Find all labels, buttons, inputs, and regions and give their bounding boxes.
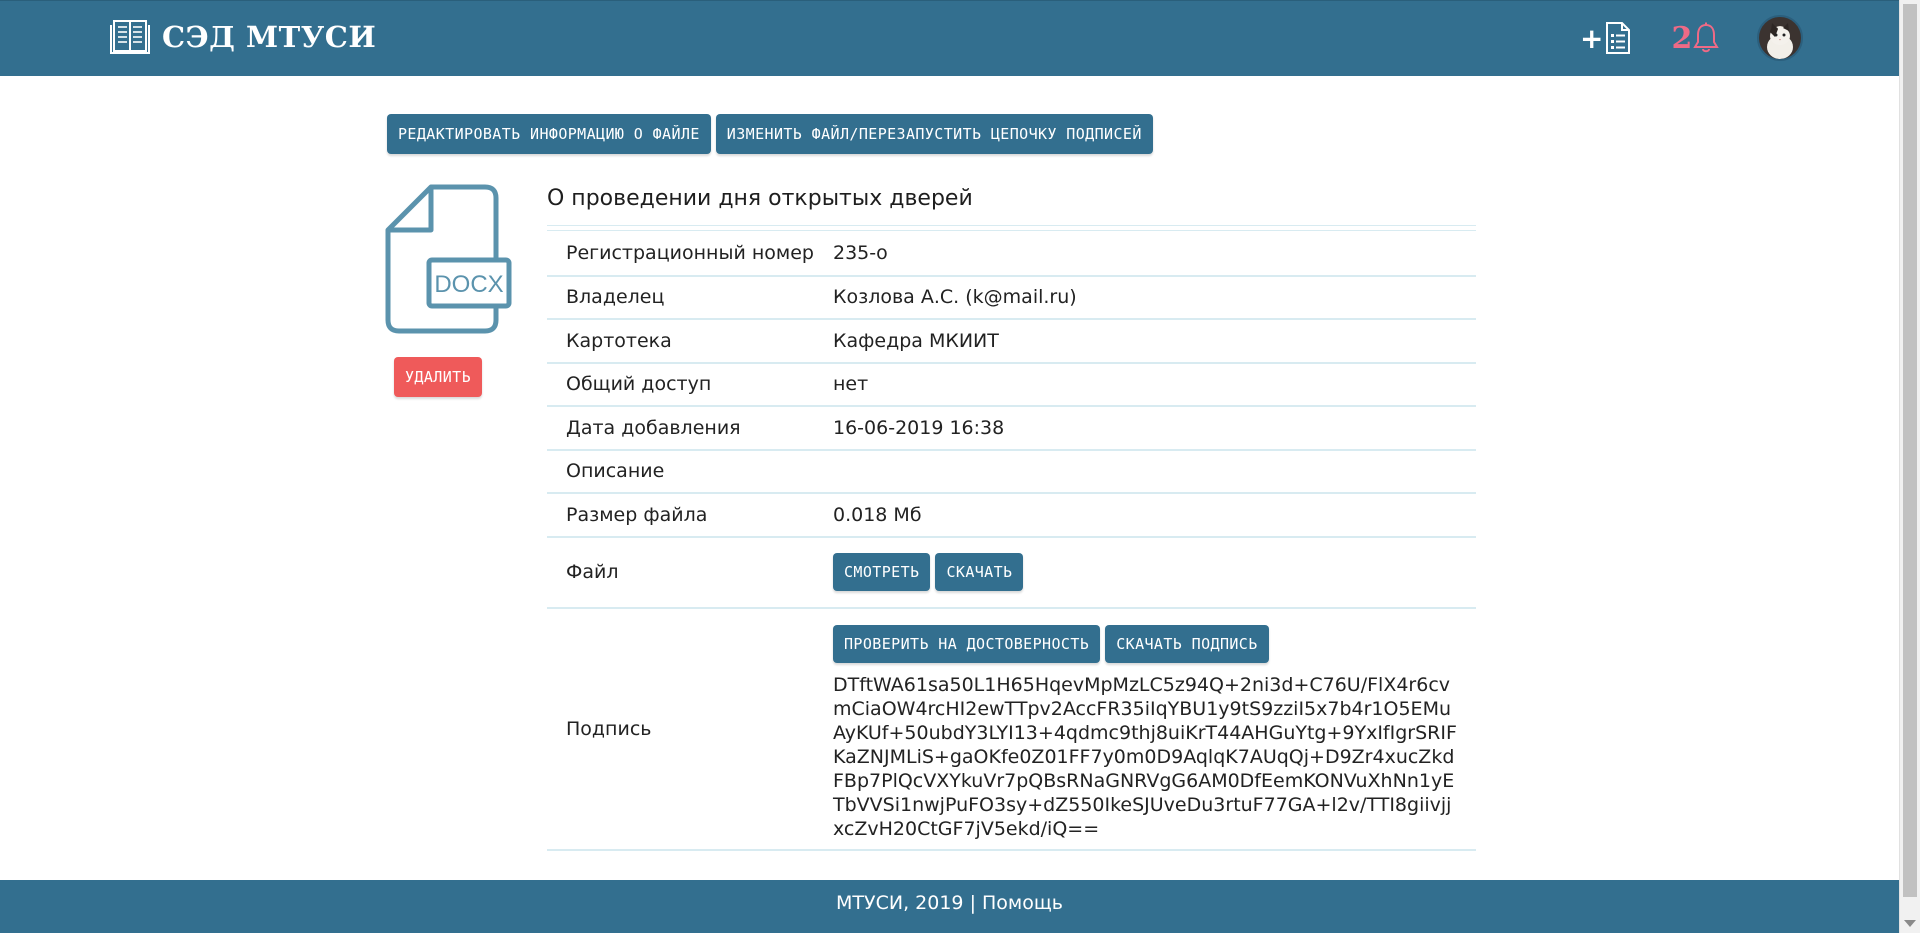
footer-help-link[interactable]: Помощь	[982, 892, 1063, 914]
download-file-button[interactable]: Скачать	[935, 553, 1024, 591]
row-label: Общий доступ	[547, 362, 814, 407]
brand-title: СЭД МТУСИ	[162, 20, 377, 54]
footer-separator: |	[969, 892, 976, 914]
verify-signature-button[interactable]: Проверить на достоверность	[833, 624, 1101, 663]
signature-text: DTftWA61sa50L1H65HqevMpMzLC5z94Q+2ni3d+C…	[833, 673, 1457, 840]
file-details-table: Регистрационный номер 235-о Владелец Коз…	[547, 232, 1476, 851]
navbar-actions: + 2	[1580, 15, 1804, 61]
scrollbar-thumb[interactable]	[1903, 4, 1917, 897]
table-row: Картотека Кафедра МКИИТ	[547, 319, 1476, 364]
row-label: Регистрационный номер	[547, 232, 814, 277]
document-title: О проведении дня открытых дверей	[547, 186, 973, 211]
bell-icon	[1693, 22, 1720, 53]
row-label: Размер файла	[547, 493, 814, 538]
plus-icon: +	[1580, 21, 1604, 55]
row-label: Описание	[547, 449, 814, 494]
footer-copyright: МТУСИ, 2019	[836, 892, 964, 914]
row-label: Файл	[547, 536, 814, 609]
shared-access-value: нет	[814, 362, 1476, 407]
table-row: Размер файла 0.018 Мб	[547, 493, 1476, 538]
add-document-button[interactable]: +	[1580, 21, 1631, 55]
document-list-icon	[1606, 22, 1631, 54]
file-size-value: 0.018 Мб	[814, 493, 1476, 538]
date-added-value: 16-06-2019 16:38	[814, 406, 1476, 451]
delete-file-button[interactable]: удалить	[394, 357, 483, 397]
vertical-scrollbar[interactable]	[1899, 0, 1920, 933]
footer: МТУСИ, 2019 | Помощь	[0, 880, 1899, 933]
divider	[547, 230, 1476, 231]
table-row: Подпись Проверить на достоверность Скача…	[547, 607, 1476, 851]
file-actions: Редактировать информацию о файле Изменит…	[387, 114, 1153, 154]
owner-value: Козлова А.С. (k@mail.ru)	[814, 275, 1476, 320]
table-row: Дата добавления 16-06-2019 16:38	[547, 406, 1476, 451]
card-index-value: Кафедра МКИИТ	[814, 319, 1476, 364]
notifications-button[interactable]: 2	[1671, 20, 1720, 56]
file-actions-cell: Смотреть Скачать	[814, 536, 1476, 609]
table-row: Общий доступ нет	[547, 362, 1476, 407]
book-icon	[110, 20, 150, 54]
change-file-button[interactable]: Изменить файл/перезапустить цепочку подп…	[715, 114, 1153, 154]
download-signature-button[interactable]: Скачать подпись	[1105, 624, 1269, 663]
registration-number-value: 235-о	[814, 232, 1476, 277]
row-label: Владелец	[547, 275, 814, 320]
user-avatar[interactable]	[1757, 15, 1804, 61]
docx-file-icon: DOCX	[385, 184, 513, 338]
row-label: Подпись	[547, 607, 814, 851]
divider	[547, 225, 1476, 226]
signature-cell: Проверить на достоверность Скачать подпи…	[814, 607, 1476, 851]
row-label: Картотека	[547, 319, 814, 364]
view-file-button[interactable]: Смотреть	[833, 553, 931, 591]
table-row: Описание	[547, 449, 1476, 494]
table-row: Файл Смотреть Скачать	[547, 536, 1476, 609]
row-label: Дата добавления	[547, 406, 814, 451]
description-value	[814, 449, 1476, 494]
table-row: Регистрационный номер 235-о	[547, 232, 1476, 277]
file-type-label: DOCX	[434, 271, 503, 298]
notification-count: 2	[1671, 20, 1693, 56]
table-row: Владелец Козлова А.С. (k@mail.ru)	[547, 275, 1476, 320]
top-navbar: СЭД МТУСИ + 2	[0, 0, 1899, 76]
cat-avatar-icon	[1767, 23, 1794, 59]
scroll-down-arrow-icon[interactable]	[1904, 920, 1916, 927]
edit-file-info-button[interactable]: Редактировать информацию о файле	[387, 114, 711, 154]
brand-link[interactable]: СЭД МТУСИ	[110, 19, 376, 55]
